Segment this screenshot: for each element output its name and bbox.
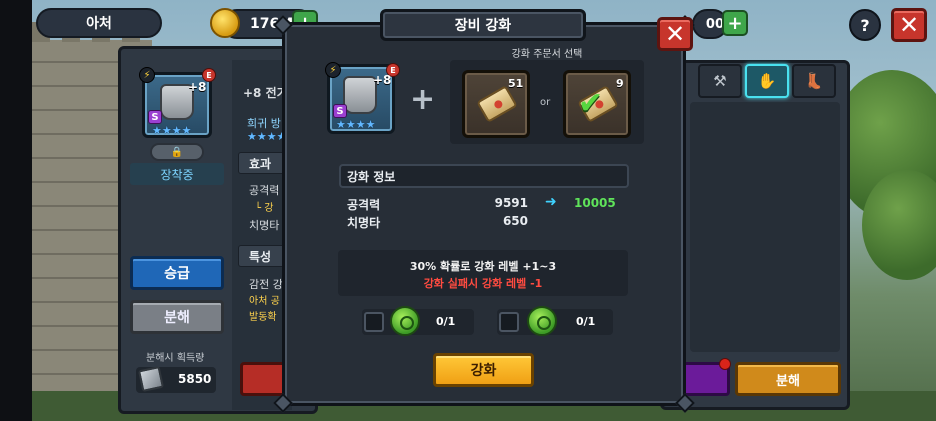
plus-icon: +	[727, 12, 743, 34]
rarity-text: 희귀 방	[247, 117, 281, 130]
stone-b-checkbox[interactable]	[499, 312, 519, 332]
lock-toggle[interactable]: 🔒	[150, 143, 204, 161]
rarity-badge: S	[148, 110, 162, 124]
stat-crit-current: 650	[502, 214, 528, 228]
trait-header: 특성	[238, 245, 288, 267]
stone-a-count: 0/1	[436, 315, 456, 328]
item-name: +8 전기	[243, 86, 288, 100]
trait-line: 발동확	[249, 312, 277, 323]
lightning-icon: ⚡	[325, 62, 341, 78]
add-gem-button[interactable]: +	[722, 10, 748, 36]
target-item-level: +8	[373, 73, 392, 87]
effect-header: 효과	[238, 152, 288, 174]
character-back-button[interactable]: 아처	[36, 8, 162, 38]
tree	[862, 170, 936, 280]
disassemble-gain-value: 5850	[178, 372, 212, 386]
character-name: 아처	[86, 16, 112, 32]
equipped-status: 장착중	[130, 163, 224, 185]
item-level: +8	[188, 80, 207, 94]
green-stone-icon	[527, 306, 557, 336]
arrow-right-icon: ➜	[545, 194, 557, 210]
tab-boots[interactable]: 👢	[792, 64, 836, 98]
modal-title-text: 장비 강화	[454, 18, 512, 34]
scroll-select-caption: 강화 주문서 선택	[511, 49, 583, 60]
disassemble-button[interactable]: 분해	[130, 300, 224, 334]
crit-label: 치명타	[249, 219, 280, 232]
bulk-disassemble-label: 분해	[776, 373, 800, 389]
tab-weapon[interactable]: ⚒	[698, 64, 742, 98]
gold-coin-icon	[210, 8, 240, 38]
attack-sub-label: └ 강	[255, 203, 274, 214]
disassemble-gain-label: 분해시 획득량	[146, 353, 205, 364]
enhance-info-header: 강화 정보	[339, 164, 629, 188]
rarity-stars: ★★★★	[247, 130, 287, 143]
lightning-icon: ⚡	[139, 67, 155, 83]
green-stone-icon	[390, 306, 420, 336]
help-icon: ?	[860, 15, 870, 35]
stone-a-checkbox[interactable]	[364, 312, 384, 332]
close-icon: ✕	[664, 20, 686, 48]
promote-label: 승급	[164, 266, 190, 282]
checkmark-icon: ✔	[578, 86, 604, 121]
bulk-disassemble-button[interactable]: 분해	[735, 362, 841, 396]
modal-close-button[interactable]: ✕	[657, 17, 693, 51]
trait-line: 아처 공	[249, 296, 280, 307]
screen-close-button[interactable]: ✕	[891, 8, 927, 42]
weapon-icon: ⚒	[713, 72, 727, 90]
left-letterbox	[0, 0, 32, 421]
close-icon: ✕	[898, 11, 920, 39]
disassemble-label: 분해	[164, 310, 190, 326]
modal-title: 장비 강화	[380, 9, 586, 41]
attack-label: 공격력	[249, 184, 280, 197]
fail-penalty-text: 강화 실패시 강화 레벨 -1	[423, 277, 543, 290]
lock-icon: 🔒	[170, 146, 184, 158]
promote-button[interactable]: 승급	[130, 256, 224, 290]
tab-gloves[interactable]: ✋	[745, 64, 789, 98]
enhance-button[interactable]: 강화	[433, 353, 534, 387]
stone-b-count: 0/1	[576, 315, 596, 328]
gloves-icon: ✋	[757, 72, 777, 90]
or-label: or	[540, 97, 551, 108]
notification-dot	[719, 358, 731, 370]
gauntlet-icon	[343, 76, 377, 114]
stat-attack-label: 공격력	[347, 198, 381, 212]
help-button[interactable]: ?	[849, 9, 881, 41]
sell-button[interactable]	[240, 362, 288, 396]
stat-attack-next: 10005	[574, 196, 616, 210]
stat-attack-current: 9591	[494, 196, 528, 210]
success-chance-text: 30% 확률로 강화 레벨 +1~3	[409, 260, 557, 273]
inventory-grid	[690, 102, 840, 352]
scroll-basic-count: 51	[508, 77, 524, 90]
rarity-badge: S	[333, 104, 347, 118]
boots-icon: 👢	[804, 72, 824, 90]
stat-crit-label: 치명타	[347, 216, 381, 230]
target-item-stars: ★★★★	[336, 118, 376, 131]
scroll-protect-count: 9	[616, 77, 624, 90]
plus-icon: +	[410, 82, 436, 117]
item-stars: ★★★★	[152, 124, 192, 137]
trait-line: 감전 강	[249, 278, 283, 291]
silver-ingot-icon	[137, 365, 165, 393]
enhance-label: 강화	[470, 363, 497, 379]
